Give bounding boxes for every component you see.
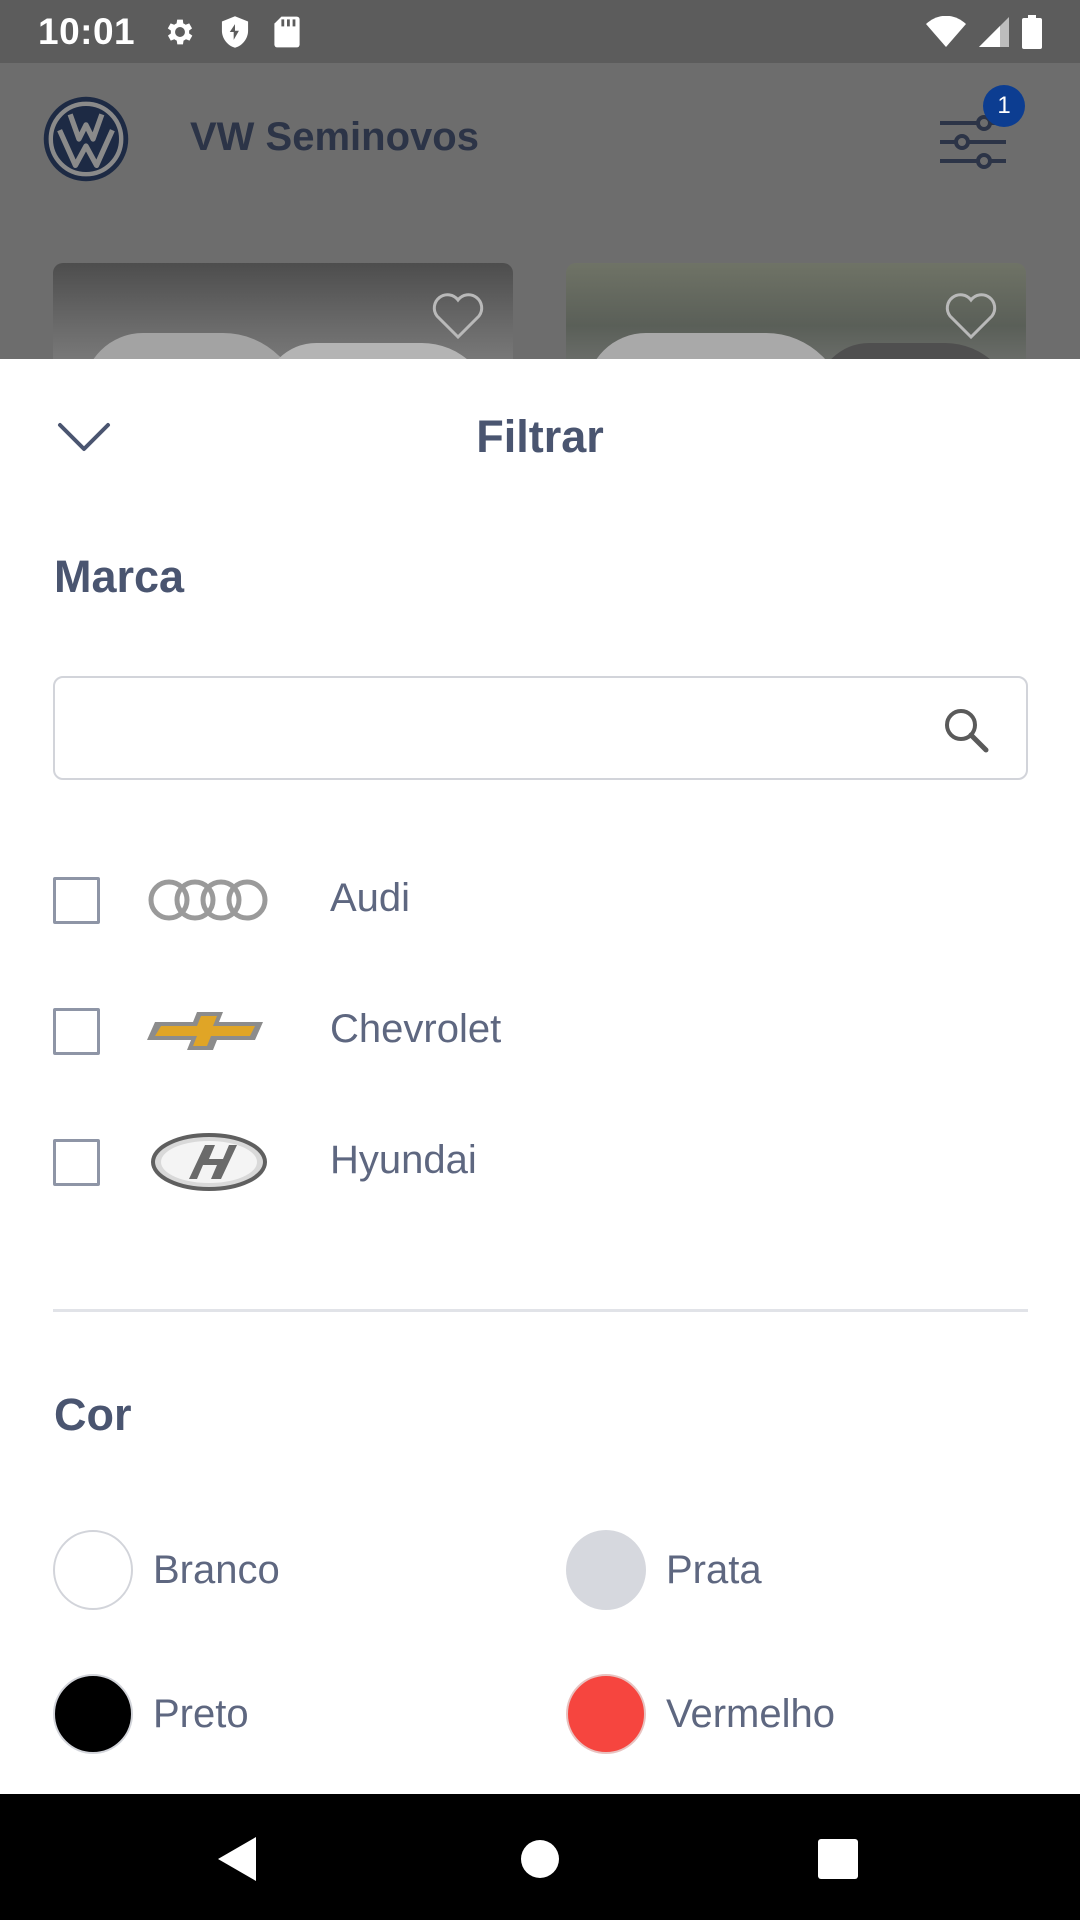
- recents-nav-icon[interactable]: [808, 1829, 868, 1889]
- chevron-down-icon[interactable]: [56, 419, 112, 455]
- color-item-prata[interactable]: Prata: [566, 1530, 1026, 1610]
- color-label: Branco: [153, 1548, 280, 1592]
- color-swatch-silver[interactable]: [566, 1530, 646, 1610]
- brand-search-input[interactable]: [79, 678, 919, 778]
- brand-checkbox[interactable]: [53, 1008, 100, 1055]
- car-image: [586, 333, 846, 359]
- brand-label: Hyundai: [330, 1138, 477, 1182]
- sheet-header: Filtrar: [0, 359, 1080, 509]
- color-label: Vermelho: [666, 1692, 835, 1736]
- brand-item-audi[interactable]: Audi: [53, 854, 1028, 944]
- car-image: [816, 343, 1016, 359]
- status-icons-right: [926, 14, 1042, 49]
- sheet-title: Filtrar: [476, 411, 604, 462]
- battery-icon: [1022, 14, 1042, 49]
- color-swatch-red[interactable]: [566, 1674, 646, 1754]
- car-image: [263, 343, 493, 359]
- settings-icon: [167, 19, 193, 44]
- filter-count-badge: 1: [983, 85, 1025, 127]
- status-icons-left: [163, 15, 301, 49]
- hyundai-logo: [151, 1133, 267, 1191]
- app-header: VW Seminovos 1: [0, 63, 1080, 213]
- sd-card-icon: [274, 16, 300, 47]
- color-item-branco[interactable]: Branco: [53, 1530, 513, 1610]
- color-label: Preto: [153, 1692, 249, 1736]
- car-image: [83, 333, 303, 359]
- background-app: VW Seminovos 1: [0, 63, 1080, 359]
- signal-icon: [979, 16, 1009, 47]
- chevrolet-logo: [147, 1012, 263, 1050]
- shield-icon: [222, 15, 249, 48]
- color-section-title: Cor: [54, 1389, 132, 1440]
- color-label: Prata: [666, 1548, 762, 1592]
- brand-label: Chevrolet: [330, 1007, 502, 1051]
- brand-item-hyundai[interactable]: Hyundai: [53, 1116, 1028, 1206]
- brand-item-chevrolet[interactable]: Chevrolet: [53, 985, 1028, 1075]
- navigation-bar: [0, 1794, 1080, 1920]
- car-card[interactable]: [566, 263, 1026, 359]
- color-item-vermelho[interactable]: Vermelho: [566, 1674, 1026, 1754]
- brand-search-box[interactable]: [53, 676, 1028, 780]
- status-time: 10:01: [38, 10, 136, 52]
- color-item-preto[interactable]: Preto: [53, 1674, 513, 1754]
- brand-label: Audi: [330, 876, 411, 920]
- wifi-icon: [926, 15, 966, 47]
- brand-checkbox[interactable]: [53, 1139, 100, 1186]
- app-title: VW Seminovos: [190, 115, 479, 159]
- filter-sheet: Filtrar Marca Audi Chevrolet Hyundai Cor…: [0, 359, 1080, 1794]
- section-divider: [53, 1309, 1028, 1312]
- favorite-heart-icon[interactable]: [944, 291, 998, 341]
- back-nav-icon[interactable]: [208, 1829, 268, 1889]
- brand-checkbox[interactable]: [53, 877, 100, 924]
- status-bar: 10:01: [0, 0, 1080, 63]
- favorite-heart-icon[interactable]: [431, 291, 485, 341]
- color-swatch-white[interactable]: [53, 1530, 133, 1610]
- vw-logo: [43, 96, 129, 182]
- color-swatch-black[interactable]: [53, 1674, 133, 1754]
- audi-logo: [148, 879, 268, 921]
- home-nav-icon[interactable]: [510, 1829, 570, 1889]
- car-card[interactable]: [53, 263, 513, 359]
- search-icon[interactable]: [942, 706, 990, 754]
- brand-section-title: Marca: [54, 551, 185, 602]
